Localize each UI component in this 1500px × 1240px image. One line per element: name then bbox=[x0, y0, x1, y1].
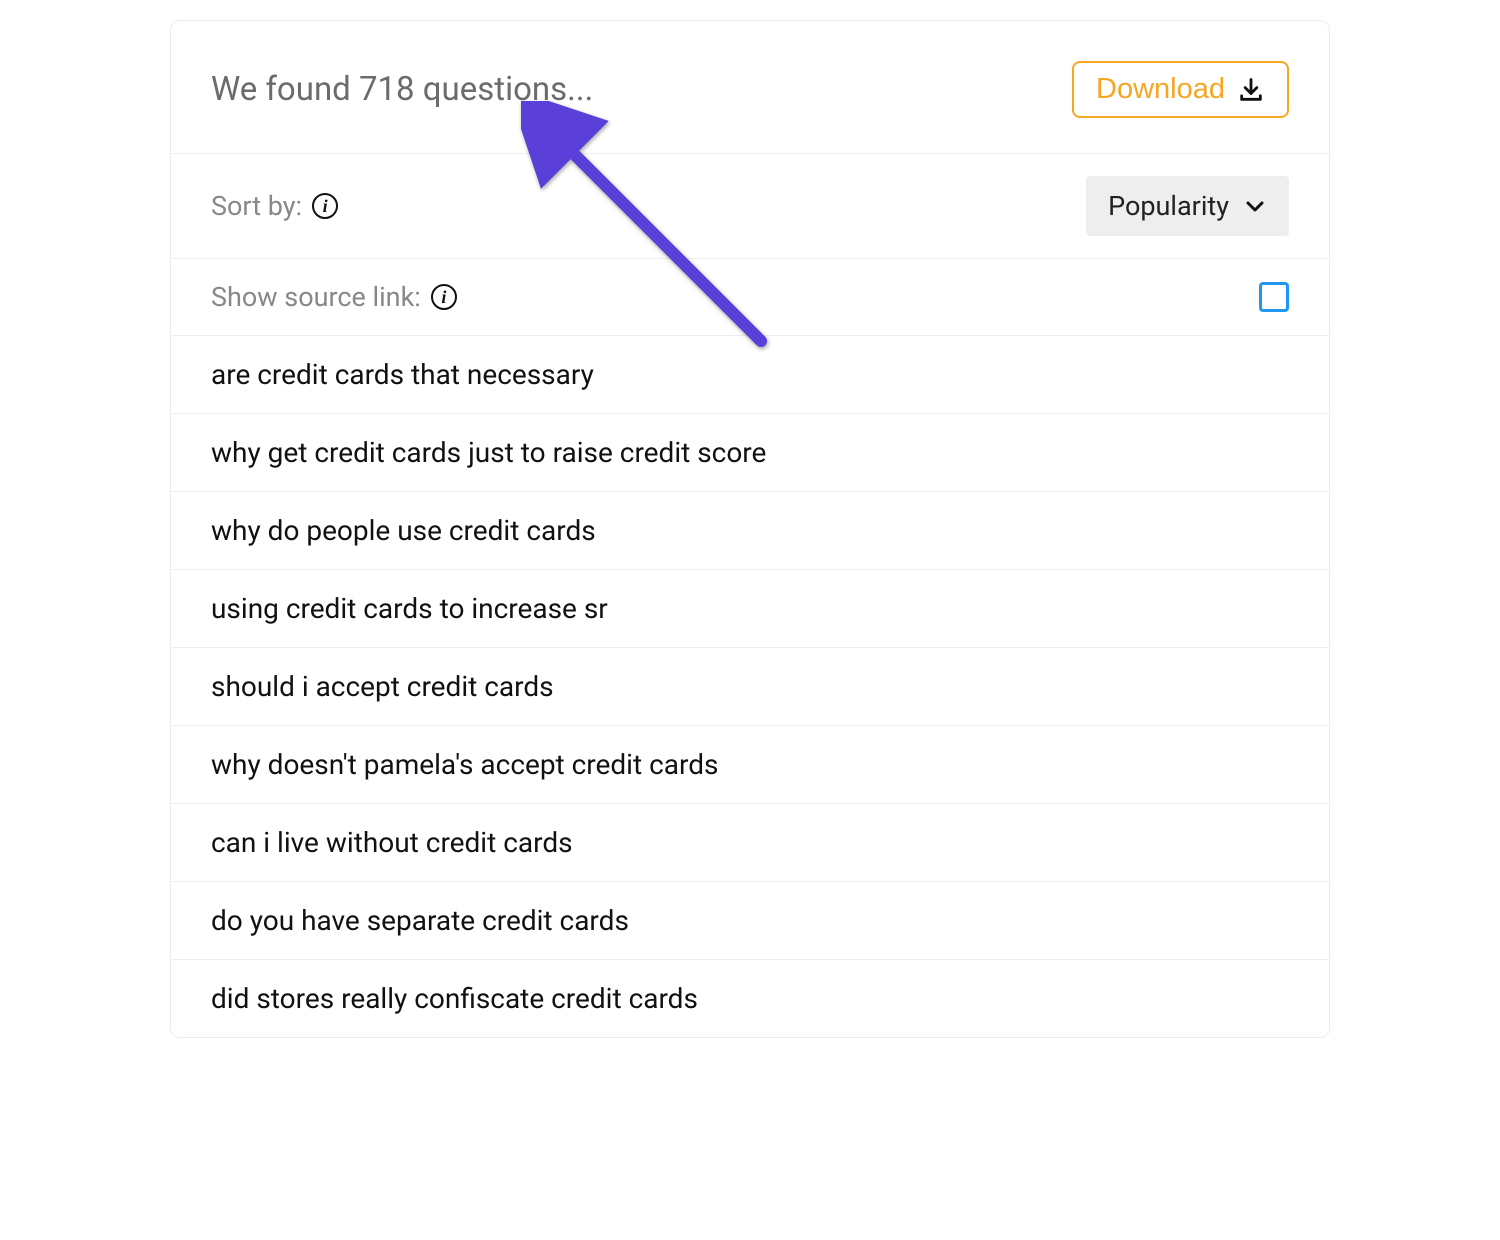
show-source-checkbox[interactable] bbox=[1259, 282, 1289, 312]
list-item[interactable]: can i live without credit cards bbox=[171, 804, 1329, 882]
question-text: can i live without credit cards bbox=[211, 826, 573, 859]
question-text: do you have separate credit cards bbox=[211, 904, 629, 937]
chevron-down-icon bbox=[1243, 194, 1267, 218]
sort-selected-value: Popularity bbox=[1108, 190, 1229, 222]
list-item[interactable]: why doesn't pamela's accept credit cards bbox=[171, 726, 1329, 804]
show-source-row: Show source link: i bbox=[171, 259, 1329, 336]
sort-label-group: Sort by: i bbox=[211, 190, 338, 222]
question-list: are credit cards that necessary why get … bbox=[171, 336, 1329, 1037]
show-source-label-group: Show source link: i bbox=[211, 281, 457, 313]
show-source-label: Show source link: bbox=[211, 281, 421, 313]
download-icon bbox=[1237, 76, 1265, 104]
sort-row: Sort by: i Popularity bbox=[171, 154, 1329, 259]
info-icon[interactable]: i bbox=[431, 284, 457, 310]
results-header: We found 718 questions... Download bbox=[171, 21, 1329, 154]
download-button-label: Download bbox=[1096, 73, 1225, 106]
list-item[interactable]: why get credit cards just to raise credi… bbox=[171, 414, 1329, 492]
question-text: did stores really confiscate credit card… bbox=[211, 982, 698, 1015]
download-button[interactable]: Download bbox=[1072, 61, 1289, 118]
question-text: should i accept credit cards bbox=[211, 670, 554, 703]
question-text: why do people use credit cards bbox=[211, 514, 596, 547]
list-item[interactable]: should i accept credit cards bbox=[171, 648, 1329, 726]
results-count-title: We found 718 questions... bbox=[211, 70, 593, 109]
info-icon[interactable]: i bbox=[312, 193, 338, 219]
sort-by-label: Sort by: bbox=[211, 190, 302, 222]
sort-select[interactable]: Popularity bbox=[1086, 176, 1289, 236]
results-panel: We found 718 questions... Download Sort … bbox=[170, 20, 1330, 1038]
question-text: why get credit cards just to raise credi… bbox=[211, 436, 766, 469]
list-item[interactable]: are credit cards that necessary bbox=[171, 336, 1329, 414]
question-text: using credit cards to increase sr bbox=[211, 592, 608, 625]
list-item[interactable]: using credit cards to increase sr bbox=[171, 570, 1329, 648]
list-item[interactable]: why do people use credit cards bbox=[171, 492, 1329, 570]
list-item[interactable]: do you have separate credit cards bbox=[171, 882, 1329, 960]
list-item[interactable]: did stores really confiscate credit card… bbox=[171, 960, 1329, 1037]
question-text: why doesn't pamela's accept credit cards bbox=[211, 748, 718, 781]
question-text: are credit cards that necessary bbox=[211, 358, 594, 391]
